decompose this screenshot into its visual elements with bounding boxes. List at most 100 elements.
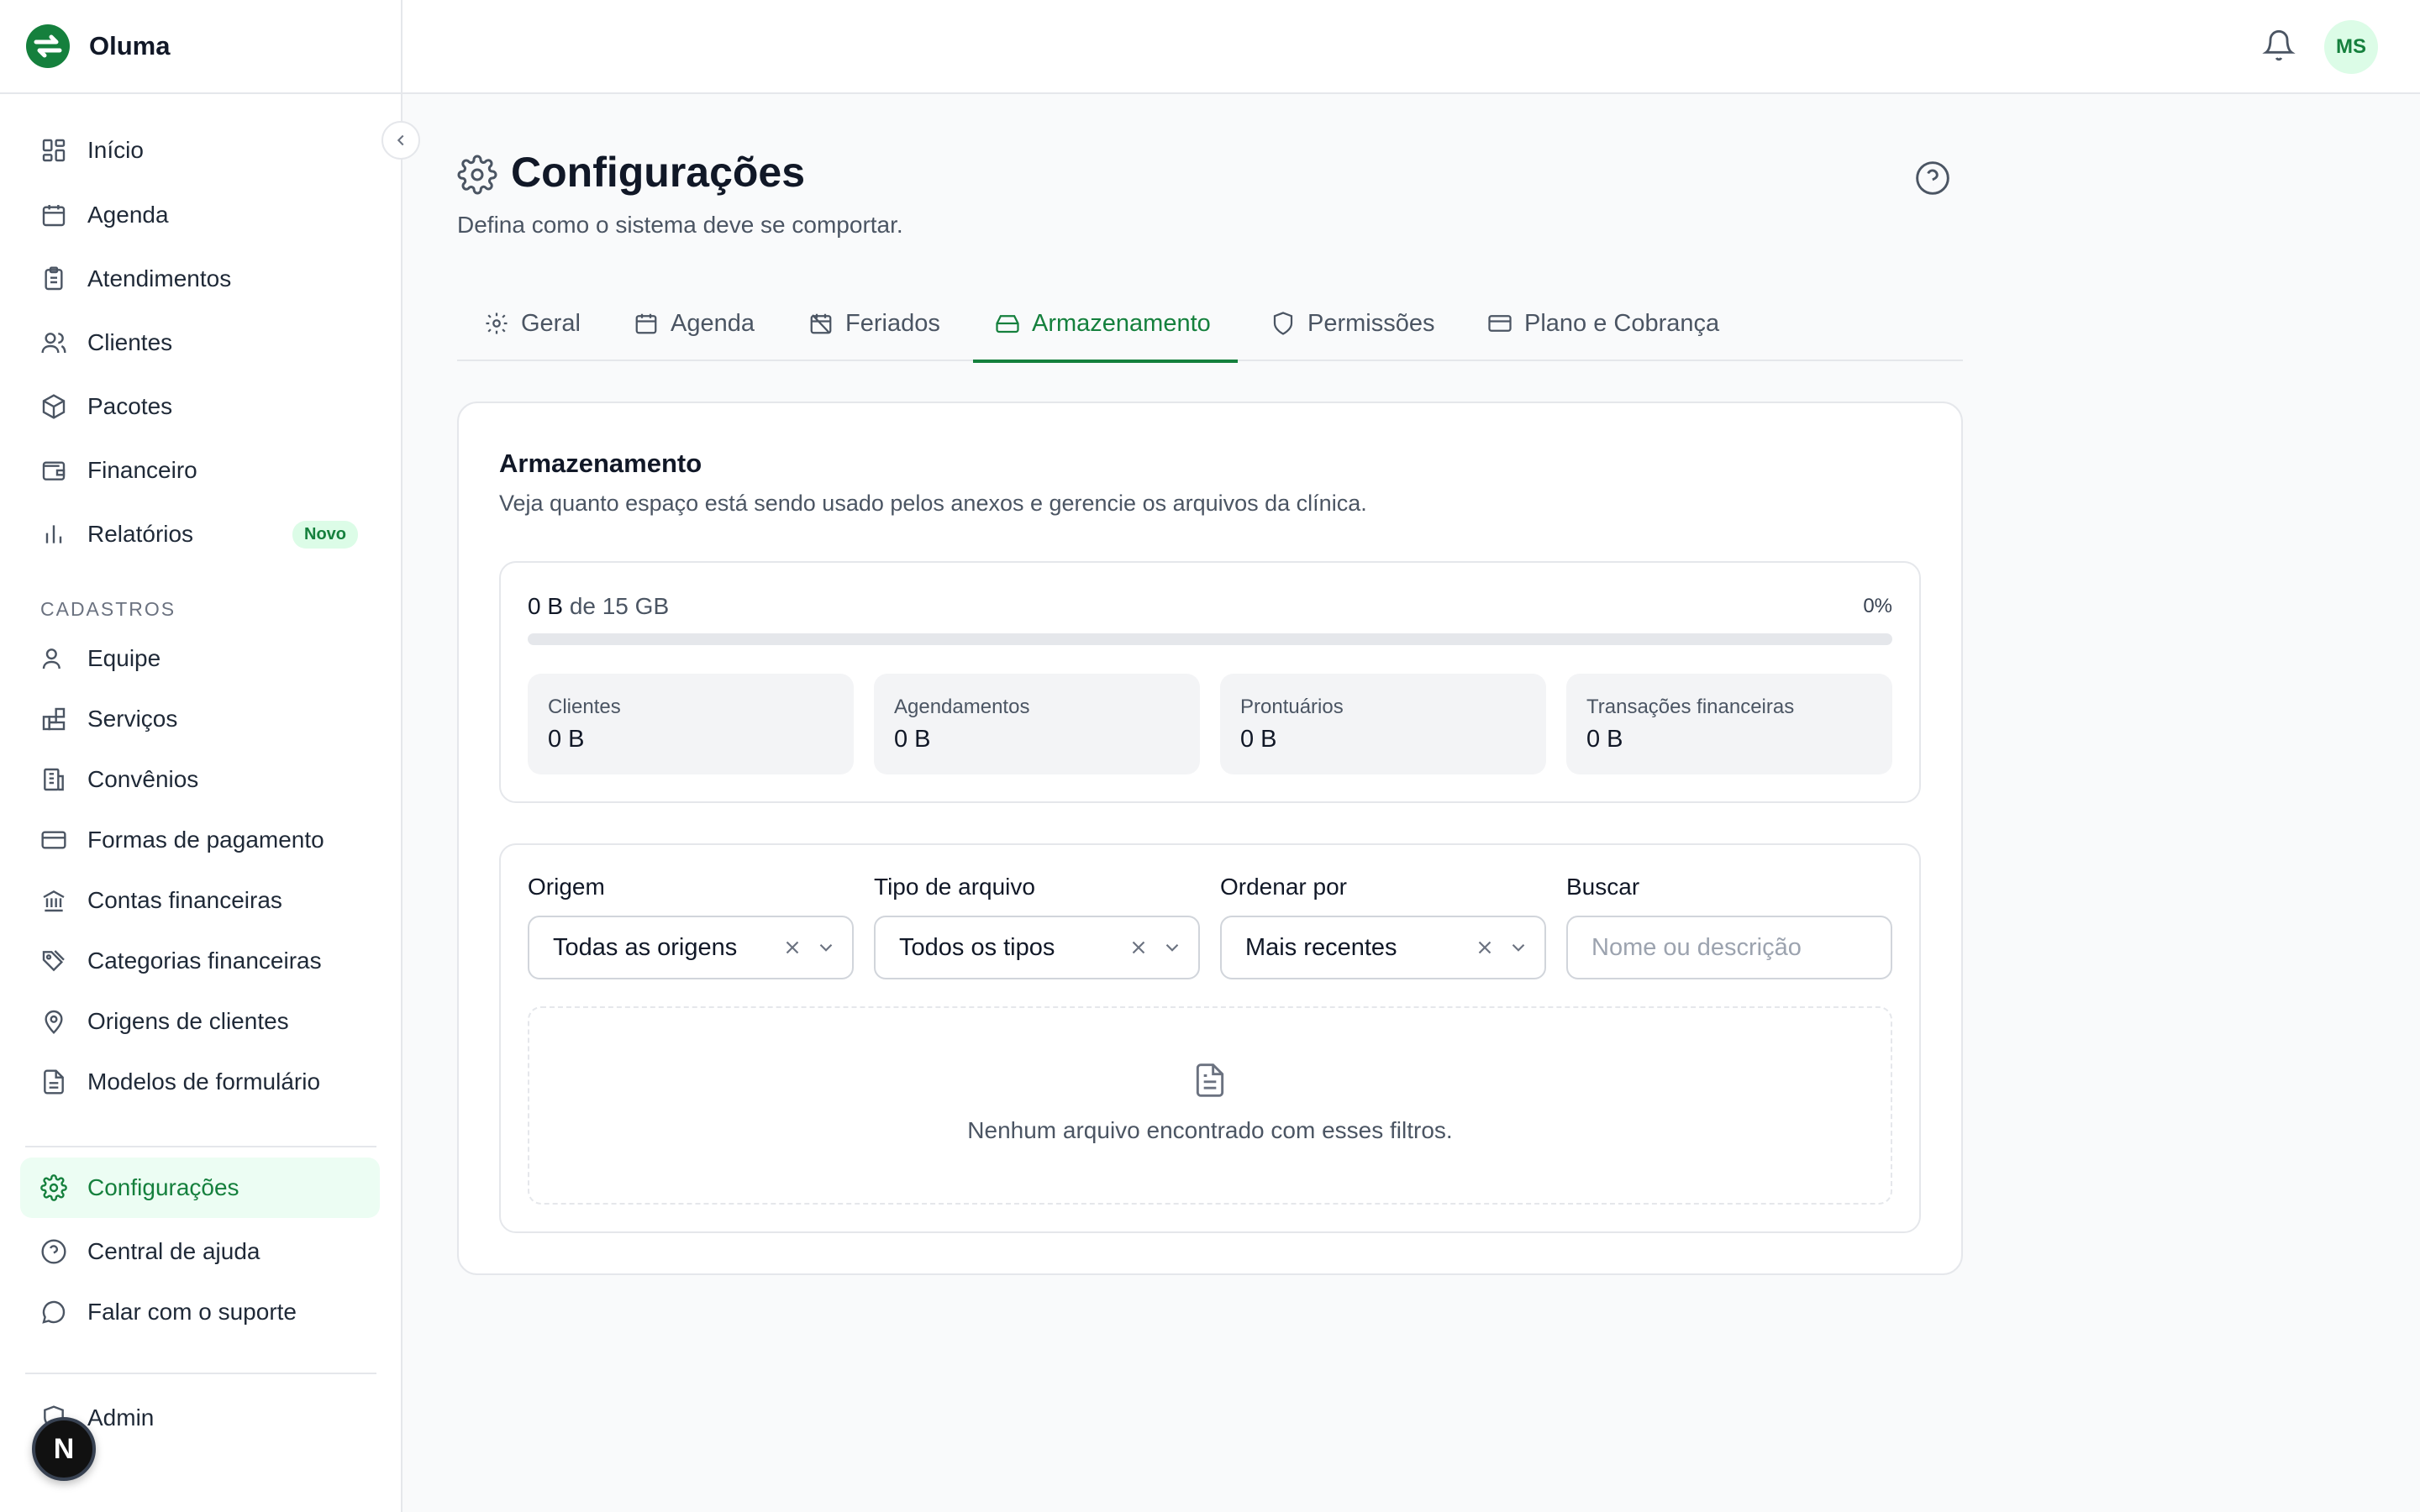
storage-stat-prontuarios: Prontuários 0 B [1220, 674, 1546, 774]
sidebar-item-label: Categorias financeiras [87, 948, 322, 974]
stat-value: 0 B [1586, 726, 1623, 753]
sidebar-item-label: Modelos de formulário [87, 1068, 321, 1095]
chevron-down-icon [1165, 943, 1179, 952]
storage-total: de 15 GB [569, 593, 670, 619]
tab-plano-cobranca[interactable]: Plano e Cobrança [1487, 286, 1719, 361]
bell-icon [2262, 29, 2296, 61]
storage-usage-text: 0 B de 15 GB [528, 593, 669, 620]
help-circle-icon [41, 1239, 66, 1264]
package-icon [42, 394, 66, 419]
sidebar-item-convenios[interactable]: Convênios [20, 749, 380, 810]
collapse-sidebar-button[interactable] [381, 121, 420, 160]
sidebar-divider [25, 1146, 376, 1147]
tipo-select[interactable]: Todos os tipos [874, 916, 1200, 979]
wallet-icon [42, 461, 66, 480]
storage-title: Armazenamento [499, 449, 702, 478]
origem-select[interactable]: Todas as origens [528, 916, 854, 979]
app-name: Oluma [89, 31, 171, 60]
sidebar-item-categorias-financeiras[interactable]: Categorias financeiras [20, 931, 380, 991]
tab-geral[interactable]: Geral [484, 286, 581, 361]
user-avatar[interactable]: MS [2324, 20, 2378, 74]
stat-value: 0 B [894, 726, 931, 753]
sidebar-item-label: Central de ajuda [87, 1238, 260, 1264]
new-badge: Novo [292, 520, 358, 549]
tab-feriados[interactable]: Feriados [808, 286, 940, 361]
tab-permissoes[interactable]: Permissões [1270, 286, 1435, 361]
tab-label: Geral [521, 309, 581, 337]
stat-value: 0 B [1240, 726, 1277, 753]
sidebar-item-label: Equipe [87, 645, 161, 671]
tab-armazenamento[interactable]: Armazenamento [973, 286, 1238, 363]
tags-icon [42, 950, 65, 972]
tab-label: Feriados [845, 309, 940, 337]
help-button[interactable] [1914, 160, 1951, 197]
sidebar-item-label: Pacotes [87, 393, 173, 419]
building-icon [44, 768, 64, 791]
storage-stat-agendamentos: Agendamentos 0 B [874, 674, 1200, 774]
tab-label: Armazenamento [1032, 309, 1211, 337]
storage-stat-clientes: Clientes 0 B [528, 674, 854, 774]
settings-tabs: Geral Agenda Feriados Armazenamento Perm… [457, 286, 1963, 363]
origem-label: Origem [528, 874, 605, 900]
user-icon [42, 648, 60, 669]
search-input[interactable] [1566, 916, 1892, 979]
sidebar-item-servicos[interactable]: Serviços [20, 689, 380, 749]
sidebar-item-pacotes[interactable]: Pacotes [20, 376, 380, 437]
blocks-icon [42, 707, 66, 731]
sidebar-item-origens-clientes[interactable]: Origens de clientes [20, 991, 380, 1052]
sidebar-item-label: Falar com o suporte [87, 1299, 297, 1325]
sidebar-item-configuracoes[interactable]: Configurações [20, 1158, 380, 1218]
tab-label: Agenda [671, 309, 755, 337]
section-label-cadastros: CADASTROS [40, 598, 176, 620]
dev-tools-badge[interactable]: N [32, 1417, 96, 1481]
ordenar-select[interactable]: Mais recentes [1220, 916, 1546, 979]
message-circle-icon [42, 1300, 66, 1324]
file-text-icon [44, 1069, 64, 1095]
settings-icon [486, 312, 508, 334]
tab-label: Permissões [1307, 309, 1435, 337]
sidebar-item-label: Clientes [87, 329, 173, 355]
sidebar-divider [25, 1373, 376, 1374]
clear-icon[interactable] [1474, 937, 1496, 958]
sidebar-item-modelos-formulario[interactable]: Modelos de formulário [20, 1052, 380, 1112]
page-subtitle: Defina como o sistema deve se comportar. [457, 212, 903, 238]
ordenar-label: Ordenar por [1220, 874, 1347, 900]
storage-percent: 0% [1863, 595, 1892, 617]
notifications-button[interactable] [2260, 27, 2297, 64]
sidebar-item-atendimentos[interactable]: Atendimentos [20, 249, 380, 309]
clipboard-icon [45, 266, 63, 291]
brand[interactable]: Oluma [0, 0, 401, 94]
sidebar-item-label: Formas de pagamento [87, 827, 324, 853]
credit-card-icon [41, 831, 66, 849]
sidebar-item-agenda[interactable]: Agenda [20, 185, 380, 245]
sidebar-item-label: Serviços [87, 706, 178, 732]
sidebar-item-relatorios[interactable]: Relatórios Novo [20, 504, 380, 564]
page-title: Configurações [511, 149, 806, 196]
bank-icon [43, 890, 65, 912]
storage-stat-transacoes: Transações financeiras 0 B [1566, 674, 1892, 774]
storage-used: 0 B [528, 593, 564, 619]
stat-label: Prontuários [1240, 696, 1344, 718]
tipo-label: Tipo de arquivo [874, 874, 1035, 900]
sidebar-item-equipe[interactable]: Equipe [20, 628, 380, 689]
sidebar-item-formas-pagamento[interactable]: Formas de pagamento [20, 810, 380, 870]
sidebar-item-central-ajuda[interactable]: Central de ajuda [20, 1221, 380, 1282]
sidebar-item-financeiro[interactable]: Financeiro [20, 440, 380, 501]
clear-icon[interactable] [1128, 937, 1150, 958]
hard-drive-icon [996, 315, 1019, 333]
sidebar-item-clientes[interactable]: Clientes [20, 312, 380, 373]
topbar [402, 0, 2420, 94]
credit-card-icon [1488, 315, 1512, 332]
tab-agenda[interactable]: Agenda [634, 286, 755, 361]
sidebar-item-label: Convênios [87, 766, 199, 792]
buscar-label: Buscar [1566, 874, 1640, 900]
clear-icon[interactable] [781, 937, 803, 958]
calendar-off-icon [810, 313, 832, 334]
sidebar-item-inicio[interactable]: Início [20, 120, 380, 181]
sidebar-item-suporte[interactable]: Falar com o suporte [20, 1282, 380, 1342]
sidebar: Oluma Início Agenda Atendimentos Cliente… [0, 0, 402, 1512]
storage-progress-bar [528, 633, 1892, 645]
sidebar-item-label: Relatórios [87, 521, 194, 547]
sidebar-item-contas-financeiras[interactable]: Contas financeiras [20, 870, 380, 931]
help-circle-icon [1916, 161, 1949, 195]
